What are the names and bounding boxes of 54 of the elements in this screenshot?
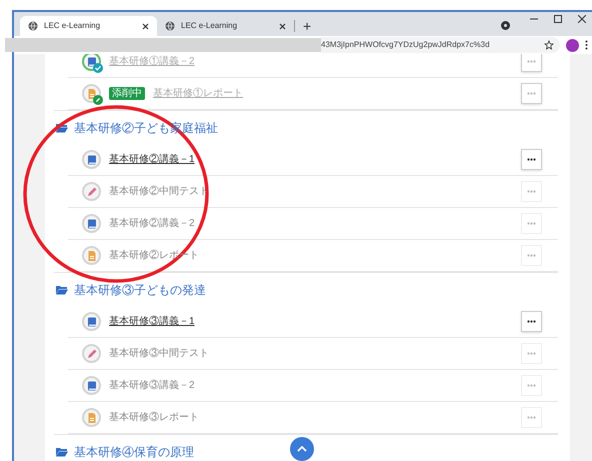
more-icon: [527, 158, 536, 161]
book-icon: [86, 380, 98, 392]
menu-icon[interactable]: [585, 40, 588, 50]
document-icon: [86, 88, 98, 100]
pencil-icon: [86, 186, 98, 198]
book-icon: [86, 218, 98, 230]
document-icon: [86, 250, 98, 262]
status-tag: 添削中: [109, 87, 145, 100]
url-text: 43M3jIpnPHWOfcvg7YDzUg2pwJdRdpx7c%3d: [321, 39, 490, 51]
more-icon: [527, 254, 536, 257]
more-button[interactable]: [521, 311, 542, 332]
activity-link[interactable]: 基本研修③講義－2: [109, 378, 195, 393]
more-icon: [527, 222, 536, 225]
more-icon: [527, 60, 536, 63]
document-icon: [86, 412, 98, 424]
section-title: 基本研修④保育の原理: [74, 444, 194, 460]
book-icon: [86, 154, 98, 166]
more-icon: [527, 352, 536, 355]
folder-icon: [56, 122, 68, 132]
activity-link[interactable]: 基本研修①レポート: [153, 86, 243, 101]
more-icon: [527, 384, 536, 387]
close-icon[interactable]: [142, 22, 149, 30]
extension-icon[interactable]: [501, 21, 510, 30]
book-icon: [86, 316, 98, 328]
star-icon[interactable]: [544, 40, 554, 50]
activity-link[interactable]: 基本研修③講義－1: [109, 314, 195, 329]
minimize-icon[interactable]: [530, 18, 538, 20]
book-icon: [86, 56, 98, 68]
pencil-icon: [86, 348, 98, 360]
more-icon: [527, 320, 536, 323]
activity-link[interactable]: 基本研修②講義－1: [109, 152, 195, 167]
section-title: 基本研修③子どもの発達: [74, 282, 206, 298]
more-icon: [527, 416, 536, 419]
chevron-up-icon: [297, 446, 307, 452]
activity-link[interactable]: 基本研修②講義－2: [109, 216, 195, 231]
activity-link[interactable]: 基本研修③レポート: [109, 410, 199, 425]
activity-link[interactable]: 基本研修①講義－2: [109, 54, 195, 69]
globe-icon: [165, 21, 175, 31]
activity-link[interactable]: 基本研修③中間テスト: [109, 346, 209, 361]
address-bar[interactable]: 43M3jIpnPHWOfcvg7YDzUg2pwJdRdpx7c%3d: [321, 37, 560, 53]
folder-icon: [56, 284, 68, 294]
new-tab-button[interactable]: +: [295, 16, 320, 36]
more-icon: [527, 92, 536, 95]
more-icon: [527, 190, 536, 193]
tab-title: LEC e-Learning: [44, 20, 100, 32]
globe-icon: [28, 21, 38, 31]
folder-icon: [56, 446, 68, 456]
close-icon[interactable]: [279, 22, 286, 30]
browser-tab[interactable]: LEC e-Learning: [20, 16, 157, 36]
maximize-icon[interactable]: [554, 15, 562, 23]
more-button[interactable]: [521, 149, 542, 170]
tab-title: LEC e-Learning: [181, 20, 238, 32]
close-icon[interactable]: [578, 15, 586, 23]
activity-link[interactable]: 基本研修②レポート: [109, 248, 199, 263]
